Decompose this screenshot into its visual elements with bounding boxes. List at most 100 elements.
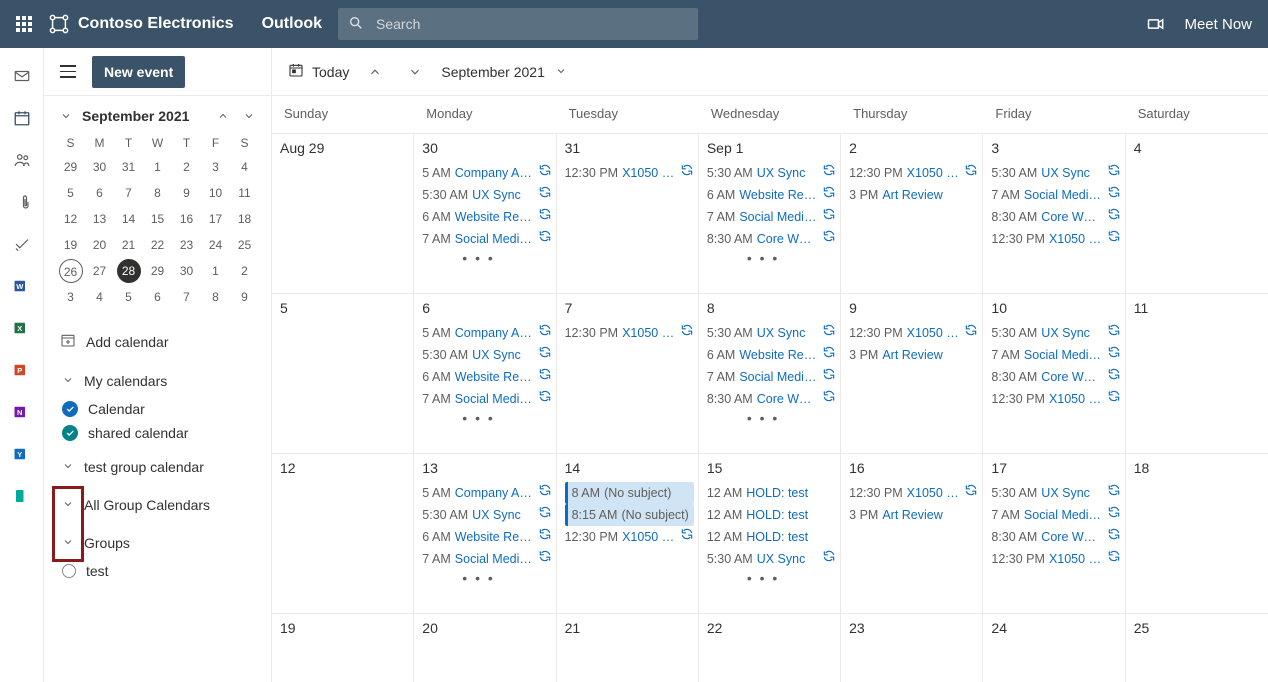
mini-cal-day[interactable]: 11 [233,181,257,205]
calendar-list-item[interactable]: shared calendar [56,421,259,445]
mini-cal-prev-button[interactable] [213,110,233,122]
event-item[interactable]: 5:30 AMUX Sync [991,162,1120,184]
prev-period-button[interactable] [361,65,389,79]
calendar-section-header[interactable]: test group calendar [56,451,259,483]
event-item[interactable]: 12:30 PMX1050 Marketing [565,322,694,344]
event-item[interactable]: 7 AMSocial Media Check [991,504,1120,526]
day-cell[interactable]: 1612:30 PMX1050 Marketing3 PMArt Review [841,454,983,614]
mini-cal-day[interactable]: 20 [88,233,112,257]
mini-cal-day[interactable]: 5 [117,285,141,309]
event-item[interactable]: 7 AMSocial Media Check [422,548,551,570]
event-item[interactable]: 6 AMWebsite Review [422,366,551,388]
event-item[interactable]: 5:30 AMUX Sync [422,344,551,366]
more-events-button[interactable]: • • • [707,410,836,426]
day-cell[interactable]: 19 [272,614,414,682]
event-item[interactable]: 12:30 PMX1050 Marketing [565,162,694,184]
event-item[interactable]: 8:30 AMCore Web Talk [707,388,836,410]
mini-cal-day[interactable]: 14 [117,207,141,231]
rail-powerpoint-icon[interactable]: P [6,360,38,380]
calendar-section-header[interactable]: My calendars [56,365,259,397]
rail-excel-icon[interactable]: X [6,318,38,338]
event-item[interactable]: 6 AMWebsite Review [422,526,551,548]
day-cell[interactable]: 20 [414,614,556,682]
app-launcher-button[interactable] [8,0,40,48]
more-events-button[interactable]: • • • [422,410,551,426]
event-item[interactable]: 12:30 PMX1050 Marketing [849,482,978,504]
rail-files-icon[interactable] [6,192,38,212]
calendar-list-item[interactable]: Calendar [56,397,259,421]
day-cell[interactable]: 3112:30 PMX1050 Marketing [557,134,699,294]
mini-cal-day[interactable]: 17 [204,207,228,231]
mini-cal-day[interactable]: 10 [204,181,228,205]
event-item[interactable]: 5:30 AMUX Sync [422,504,551,526]
day-cell[interactable]: 22 [699,614,841,682]
day-cell[interactable]: 25 [1126,614,1268,682]
mini-cal-day[interactable]: 1 [204,259,228,283]
day-cell[interactable]: 18 [1126,454,1268,614]
day-cell[interactable]: 712:30 PMX1050 Marketing [557,294,699,454]
event-item[interactable]: 5 AMCompany All Hands [422,322,551,344]
mini-cal-day[interactable]: 28 [117,259,141,283]
day-cell[interactable]: Sep 15:30 AMUX Sync6 AMWebsite Review7 A… [699,134,841,294]
mini-cal-day[interactable]: 9 [175,181,199,205]
rail-mail-icon[interactable] [6,66,38,86]
event-item[interactable]: 8:30 AMCore Web Talk [991,206,1120,228]
event-item[interactable]: 7 AMSocial Media Check [707,366,836,388]
search-box[interactable] [338,8,698,40]
mini-cal-day[interactable]: 23 [175,233,199,257]
day-cell[interactable]: 148 AM(No subject)8:15 AM(No subject)12:… [557,454,699,614]
event-item[interactable]: 3 PMArt Review [849,184,978,206]
event-item[interactable]: 3 PMArt Review [849,344,978,366]
mini-cal-day[interactable]: 21 [117,233,141,257]
mini-cal-day[interactable]: 2 [175,155,199,179]
more-events-button[interactable]: • • • [707,570,836,586]
event-item[interactable]: 8:30 AMCore Web Talk [707,228,836,250]
day-cell[interactable]: 4 [1126,134,1268,294]
mini-cal-day[interactable]: 19 [59,233,83,257]
event-item[interactable]: 5:30 AMUX Sync [707,162,836,184]
day-cell[interactable]: 5 [272,294,414,454]
day-cell[interactable]: 23 [841,614,983,682]
event-item[interactable]: 8:30 AMCore Web Talk [991,526,1120,548]
meet-camera-icon[interactable] [1140,8,1172,40]
day-cell[interactable]: 65 AMCompany All Hands5:30 AMUX Sync6 AM… [414,294,556,454]
app-name[interactable]: Outlook [262,15,322,33]
mini-cal-day[interactable]: 29 [59,155,83,179]
event-item[interactable]: 7 AMSocial Media Check [991,344,1120,366]
mini-cal-day[interactable]: 7 [117,181,141,205]
event-item[interactable]: 5:30 AMUX Sync [707,322,836,344]
calendar-section-header[interactable]: All Group Calendars [56,489,259,521]
day-cell[interactable]: 11 [1126,294,1268,454]
event-item[interactable]: 8:15 AM(No subject) [565,504,694,526]
event-item[interactable]: 7 AMSocial Media Check [422,228,551,250]
mini-cal-day[interactable]: 24 [204,233,228,257]
day-cell[interactable]: 912:30 PMX1050 Marketing3 PMArt Review [841,294,983,454]
day-cell[interactable]: 305 AMCompany All Hands5:30 AMUX Sync6 A… [414,134,556,294]
day-cell[interactable]: 135 AMCompany All Hands5:30 AMUX Sync6 A… [414,454,556,614]
rail-onenote-icon[interactable]: N [6,402,38,422]
event-item[interactable]: 7 AMSocial Media Check [991,184,1120,206]
calendar-list-item[interactable]: test [56,559,259,583]
mini-cal-day[interactable]: 6 [146,285,170,309]
mini-cal-day[interactable]: 6 [88,181,112,205]
day-cell[interactable]: 105:30 AMUX Sync7 AMSocial Media Check8:… [983,294,1125,454]
period-picker[interactable]: September 2021 [441,64,567,80]
mini-cal-day[interactable]: 8 [146,181,170,205]
event-item[interactable]: 7 AMSocial Media Check [707,206,836,228]
add-calendar-button[interactable]: Add calendar [56,324,259,359]
mini-cal-day[interactable]: 25 [233,233,257,257]
mini-cal-day[interactable]: 15 [146,207,170,231]
mini-cal-day[interactable]: 2 [233,259,257,283]
event-item[interactable]: 12 AMHOLD: test [707,482,836,504]
event-item[interactable]: 12:30 PMX1050 Marketing [849,322,978,344]
collapse-nav-button[interactable] [56,60,80,84]
rail-yammer-icon[interactable]: Y [6,444,38,464]
mini-cal-day[interactable]: 4 [233,155,257,179]
rail-bookings-icon[interactable] [6,486,38,506]
event-item[interactable]: 8:30 AMCore Web Talk [991,366,1120,388]
more-events-button[interactable]: • • • [422,570,551,586]
event-item[interactable]: 5 AMCompany All Hands [422,482,551,504]
day-cell[interactable]: 212:30 PMX1050 Marketing3 PMArt Review [841,134,983,294]
mini-cal-day[interactable]: 27 [88,259,112,283]
mini-cal-day[interactable]: 4 [88,285,112,309]
